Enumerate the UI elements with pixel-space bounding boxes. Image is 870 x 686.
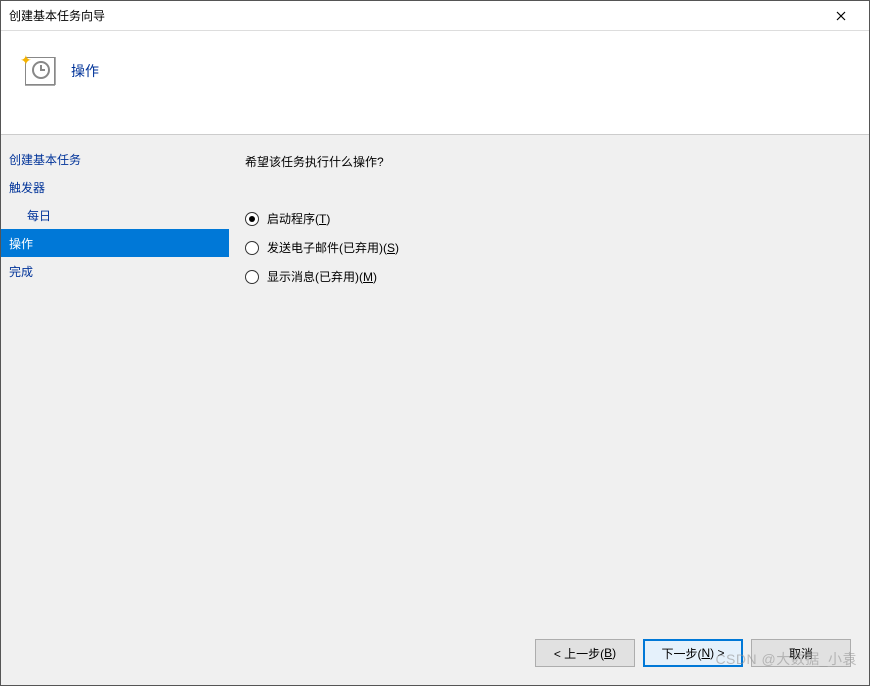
radio-indicator: [245, 241, 259, 255]
action-radio-group: 启动程序(T) 发送电子邮件(已弃用)(S) 显示消息(已弃用)(M): [245, 210, 849, 285]
content-area: 创建基本任务 触发器 每日 操作 完成 希望该任务执行什么操作? 启动程序(T)…: [1, 135, 869, 685]
action-prompt: 希望该任务执行什么操作?: [245, 153, 849, 170]
window-title: 创建基本任务向导: [9, 7, 821, 24]
radio-indicator: [245, 212, 259, 226]
radio-label: 显示消息(已弃用)(M): [267, 268, 377, 285]
radio-label: 发送电子邮件(已弃用)(S): [267, 239, 399, 256]
cancel-button[interactable]: 取消: [751, 639, 851, 667]
next-button[interactable]: 下一步(N) >: [643, 639, 743, 667]
sidebar-item-daily[interactable]: 每日: [1, 201, 229, 229]
radio-send-email[interactable]: 发送电子邮件(已弃用)(S): [245, 239, 849, 256]
sidebar-item-label: 操作: [9, 235, 33, 252]
sidebar-item-label: 每日: [27, 207, 51, 224]
main-panel: 希望该任务执行什么操作? 启动程序(T) 发送电子邮件(已弃用)(S) 显示消息…: [229, 135, 869, 685]
close-button[interactable]: [821, 2, 861, 30]
sidebar-item-label: 创建基本任务: [9, 151, 81, 168]
radio-start-program[interactable]: 启动程序(T): [245, 210, 849, 227]
back-button[interactable]: < 上一步(B): [535, 639, 635, 667]
sidebar-item-trigger[interactable]: 触发器: [1, 173, 229, 201]
wizard-steps-sidebar: 创建基本任务 触发器 每日 操作 完成: [1, 135, 229, 685]
sidebar-item-create-task[interactable]: 创建基本任务: [1, 145, 229, 173]
clock-icon: ✦: [21, 53, 55, 87]
titlebar: 创建基本任务向导: [1, 1, 869, 31]
wizard-button-bar: < 上一步(B) 下一步(N) > 取消: [535, 639, 851, 667]
sidebar-item-label: 完成: [9, 263, 33, 280]
radio-label: 启动程序(T): [267, 210, 330, 227]
sidebar-item-finish[interactable]: 完成: [1, 257, 229, 285]
page-title: 操作: [71, 53, 99, 81]
radio-show-message[interactable]: 显示消息(已弃用)(M): [245, 268, 849, 285]
sidebar-item-label: 触发器: [9, 179, 45, 196]
close-icon: [836, 11, 846, 21]
sidebar-item-action[interactable]: 操作: [1, 229, 229, 257]
radio-indicator: [245, 270, 259, 284]
wizard-header: ✦ 操作: [1, 31, 869, 135]
